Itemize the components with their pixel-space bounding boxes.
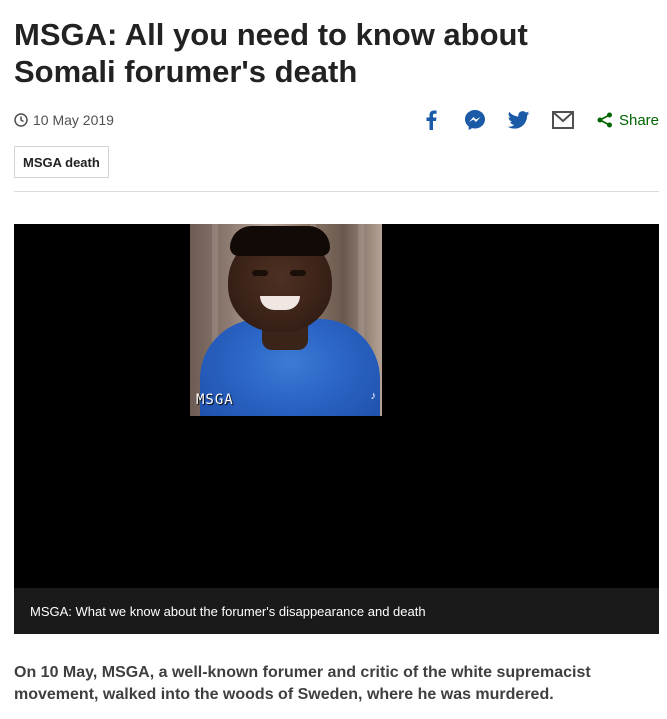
facebook-icon[interactable] (419, 108, 443, 132)
article-intro: On 10 May, MSGA, a well-known forumer an… (14, 664, 591, 703)
share-icon (597, 112, 612, 128)
messenger-icon[interactable] (463, 108, 487, 132)
video-thumbnail[interactable]: MSGA ♪ (190, 224, 382, 416)
person-eye (290, 270, 306, 276)
person-hair (230, 226, 330, 256)
article-headline: MSGA: All you need to know about Somali … (14, 17, 528, 89)
topic-tag[interactable]: MSGA death (14, 146, 109, 178)
clock-icon (14, 113, 28, 127)
article-date: 10 May 2019 (14, 112, 114, 128)
share-tools: Share (399, 108, 659, 132)
date-text: 10 May 2019 (33, 112, 114, 128)
share-button[interactable]: Share (597, 112, 659, 129)
divider (14, 191, 659, 192)
tiktok-icon: ♪ (370, 390, 377, 402)
video-caption: MSGA: What we know about the forumer's d… (14, 588, 659, 634)
video-overlay-text: MSGA (196, 392, 234, 408)
email-icon[interactable] (551, 108, 575, 132)
video-player[interactable]: MSGA ♪ MSGA: What we know about the foru… (14, 224, 659, 634)
share-label: Share (618, 111, 659, 129)
person-eye (252, 270, 268, 276)
article-meta: 10 May 2019 Share (14, 108, 659, 132)
twitter-icon[interactable] (507, 108, 531, 132)
